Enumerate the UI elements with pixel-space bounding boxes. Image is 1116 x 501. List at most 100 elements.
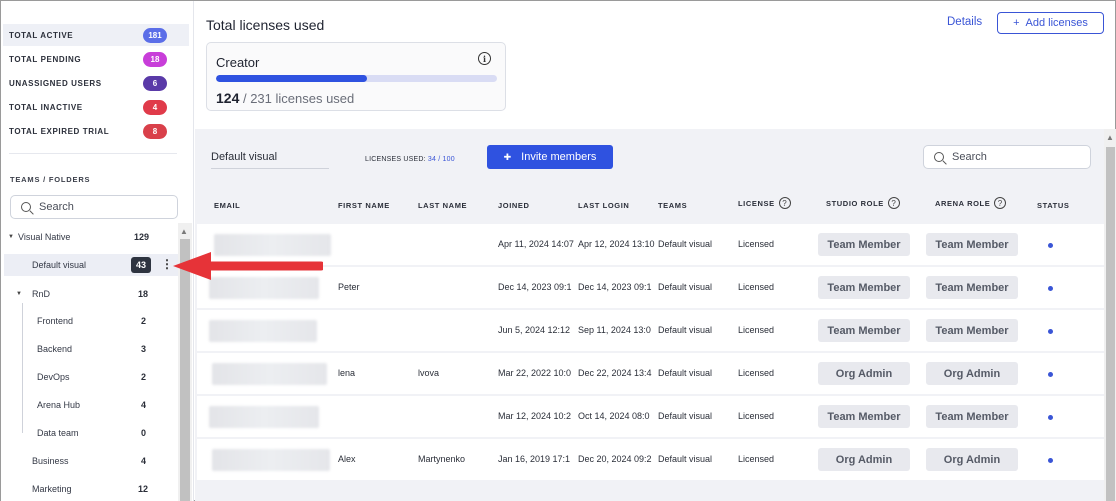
tree-item-backend[interactable]: Backend 3 <box>1 338 178 360</box>
studio-role-select[interactable]: Team Member <box>818 276 910 299</box>
caret-down-icon: ▼ <box>16 291 22 297</box>
stat-label: UNASSIGNED USERS <box>9 78 102 88</box>
help-icon[interactable]: ? <box>778 197 791 209</box>
scroll-up-icon[interactable]: ▲ <box>1106 133 1114 142</box>
sidebar-divider <box>9 153 177 154</box>
stat-count-badge: 8 <box>143 123 167 139</box>
table-row[interactable]: Mar 12, 2024 10:2 Oct 14, 2024 08:0 Defaul… <box>197 396 1104 437</box>
status-dot-icon <box>1048 415 1053 420</box>
teams-folders-title: TEAMS / FOLDERS <box>10 175 91 184</box>
table-row[interactable]: Apr 11, 2024 14:07 Apr 12, 2024 13:10 Defa… <box>197 224 1104 265</box>
column-header-status[interactable]: STATUS <box>1037 201 1070 210</box>
column-header-arena-role[interactable]: ARENA ROLE? <box>935 197 1007 209</box>
cell-first: lena <box>338 368 356 378</box>
help-icon[interactable]: ? <box>994 197 1007 209</box>
cell-teams: Default visual <box>658 325 713 335</box>
studio-role-select[interactable]: Org Admin <box>818 362 910 385</box>
column-header-studio-role[interactable]: STUDIO ROLE? <box>826 197 900 209</box>
studio-role-select[interactable]: Team Member <box>818 233 910 256</box>
arena-role-select[interactable]: Team Member <box>926 233 1018 256</box>
invite-members-button[interactable]: ✚ Invite members <box>487 145 613 169</box>
stat-unassigned-users[interactable]: UNASSIGNED USERS 6 <box>3 72 189 94</box>
tree-item-count: 2 <box>141 316 147 326</box>
stat-label: TOTAL ACTIVE <box>9 30 74 40</box>
scroll-up-icon[interactable]: ▲ <box>180 227 188 236</box>
add-licenses-button[interactable]: + Add licenses <box>997 12 1104 34</box>
tree-item-devops[interactable]: DevOps 2 <box>1 366 178 388</box>
tree-item-marketing[interactable]: Marketing 12 <box>1 478 178 500</box>
stat-total-inactive[interactable]: TOTAL INACTIVE 4 <box>3 96 189 118</box>
cell-last: Martynenko <box>418 454 466 464</box>
tree-item-business[interactable]: Business 4 <box>1 450 178 472</box>
cell-teams: Default visual <box>658 282 713 292</box>
arena-role-select[interactable]: Team Member <box>926 319 1018 342</box>
licenses-used-text: LICENSES USED: <box>365 156 428 163</box>
arena-role-select[interactable]: Team Member <box>926 276 1018 299</box>
sidebar-search[interactable] <box>10 195 178 219</box>
stat-label: TOTAL INACTIVE <box>9 102 83 112</box>
stat-count-badge: 181 <box>143 27 167 43</box>
table-row[interactable]: Peter Dec 14, 2023 09:1 Dec 14, 2023 09:1 D… <box>197 267 1104 308</box>
column-label: LAST LOGIN <box>578 201 630 210</box>
table-row[interactable]: lena lvova Mar 22, 2022 10:0 Dec 22, 2024 1… <box>197 353 1104 394</box>
table-row[interactable]: Alex Martynenko Jan 16, 2019 17:1 Dec 20, 2… <box>197 439 1104 480</box>
stat-total-expired-trial[interactable]: TOTAL EXPIRED TRIAL 8 <box>3 120 189 142</box>
stat-label: TOTAL PENDING <box>9 54 82 64</box>
info-icon[interactable]: i <box>478 52 491 65</box>
member-search[interactable] <box>923 145 1091 169</box>
tree-item-label: Frontend <box>37 316 74 326</box>
details-link[interactable]: Details <box>947 16 982 28</box>
stat-total-pending[interactable]: TOTAL PENDING 18 <box>3 48 189 70</box>
arena-role-select[interactable]: Org Admin <box>926 362 1018 385</box>
tree-item-count: 0 <box>141 428 147 438</box>
help-icon[interactable]: ? <box>887 197 900 209</box>
column-header-last-login[interactable]: LAST LOGIN <box>578 201 629 210</box>
column-header-joined[interactable]: JOINED <box>498 201 530 210</box>
tree-item-label: RnD <box>32 289 51 299</box>
cell-last-login: Sep 11, 2024 13:0 <box>578 325 651 335</box>
column-header-email[interactable]: EMAIL <box>214 201 240 210</box>
arena-role-select[interactable]: Team Member <box>926 405 1018 428</box>
stat-label: TOTAL EXPIRED TRIAL <box>9 126 110 136</box>
arena-role-select[interactable]: Org Admin <box>926 448 1018 471</box>
tree-item-label: Backend <box>37 344 73 354</box>
cell-first: Peter <box>338 282 360 292</box>
status-dot-icon <box>1048 458 1053 463</box>
main-scroll-thumb[interactable] <box>1106 147 1115 501</box>
licenses-header: Total licenses used Details + Add licens… <box>195 1 1115 129</box>
cell-license: Licensed <box>738 325 775 335</box>
tree-item-rnd[interactable]: ▼ RnD 18 <box>1 283 178 305</box>
tree-item-label: Arena Hub <box>37 400 81 410</box>
tree-item-visual-native[interactable]: ▼ Visual Native 129 <box>1 226 178 248</box>
main-scrollbar[interactable]: ▲ <box>1104 129 1116 501</box>
status-dot-icon <box>1048 372 1053 377</box>
column-header-last-name[interactable]: LAST NAME <box>418 201 467 210</box>
column-header-teams[interactable]: TEAMS <box>658 201 687 210</box>
studio-role-select[interactable]: Org Admin <box>818 448 910 471</box>
tree-item-count-badge: 43 <box>131 257 151 273</box>
tree-item-arena-hub[interactable]: Arena Hub 4 <box>1 394 178 416</box>
column-header-license[interactable]: LICENSE? <box>738 197 791 209</box>
column-header-first-name[interactable]: FIRST NAME <box>338 201 390 210</box>
team-name-field[interactable]: Default visual <box>211 149 329 169</box>
tree-item-count: 129 <box>134 232 150 242</box>
tree-item-data-team[interactable]: Data team 0 <box>1 422 178 444</box>
status-dot-icon <box>1048 286 1053 291</box>
tree-item-default-visual[interactable]: Default visual 43 ⋮ <box>4 254 178 276</box>
annotation-arrow-icon <box>173 252 323 280</box>
redacted-email <box>209 277 319 299</box>
sidebar-search-input[interactable] <box>39 201 169 213</box>
tree-item-frontend[interactable]: Frontend 2 <box>1 310 178 332</box>
cell-license: Licensed <box>738 411 775 421</box>
member-search-input[interactable] <box>952 151 1082 163</box>
stat-total-active[interactable]: TOTAL ACTIVE 181 <box>3 24 189 46</box>
column-label: LICENSE <box>738 198 775 208</box>
stat-count-badge: 6 <box>143 75 167 91</box>
studio-role-select[interactable]: Team Member <box>818 319 910 342</box>
cell-teams: Default visual <box>658 368 713 378</box>
table-row[interactable]: Jun 5, 2024 12:12 Sep 11, 2024 13:0 Defaul… <box>197 310 1104 351</box>
card-title: Creator <box>216 55 260 70</box>
column-label: JOINED <box>498 201 530 210</box>
redacted-email <box>212 449 330 471</box>
studio-role-select[interactable]: Team Member <box>818 405 910 428</box>
